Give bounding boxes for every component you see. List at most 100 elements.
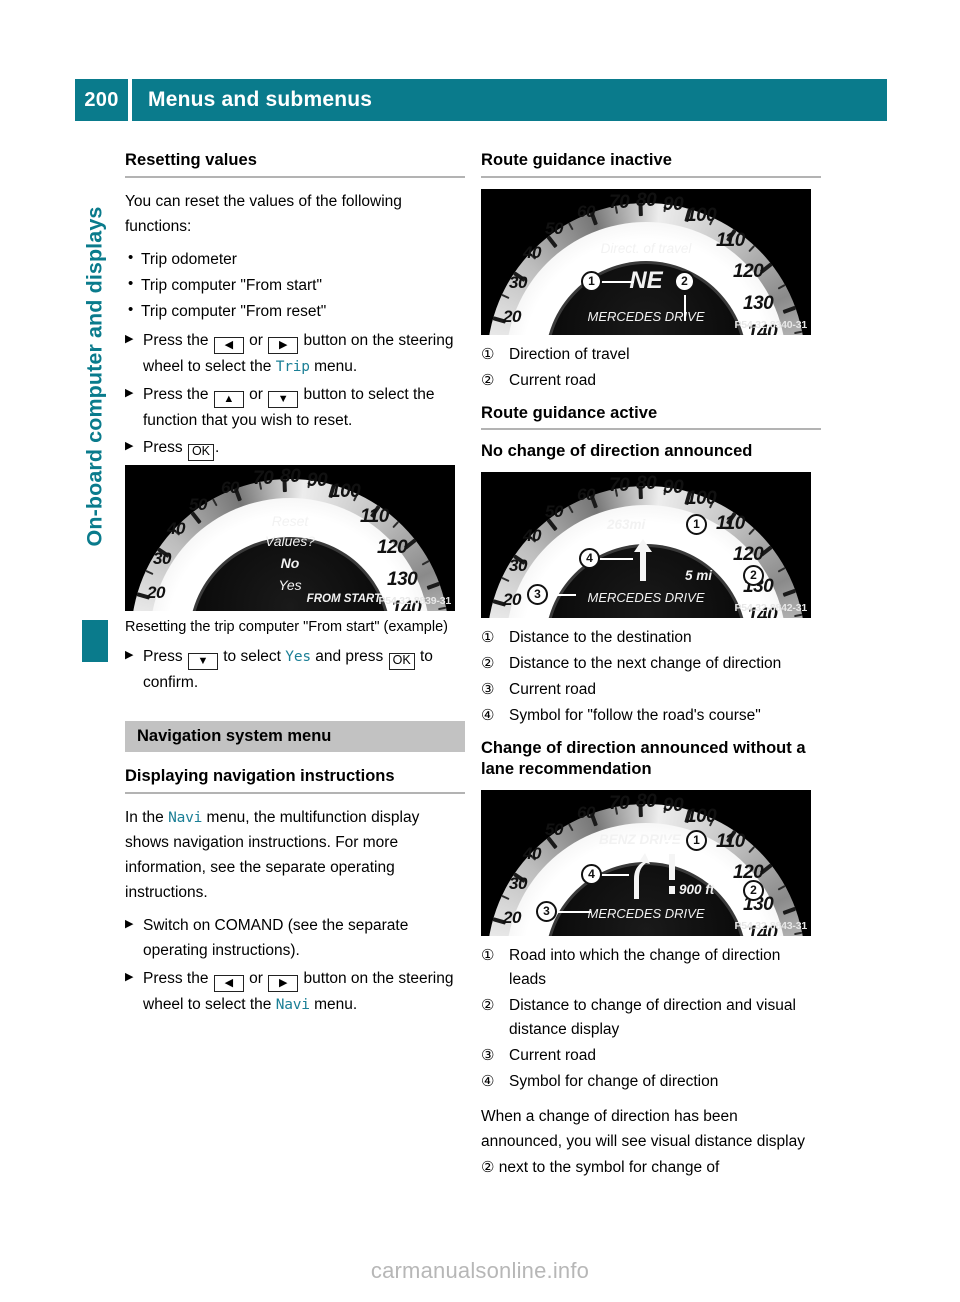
subheading-change-of-direction: Change of direction announced without a … — [481, 738, 806, 778]
straight-ahead-arrow-icon — [634, 538, 652, 581]
callout-2: 2 — [743, 564, 764, 586]
step-text: . — [215, 438, 220, 456]
step-text: menu. — [314, 995, 358, 1013]
callout-1: 1 — [686, 513, 707, 535]
step-text: to select — [223, 647, 281, 665]
step-item: Press the ▲ or ▼ button to select the fu… — [125, 382, 465, 433]
legend-text: Symbol for "follow the road's course" — [509, 706, 761, 724]
list-item: Trip odometer — [125, 246, 465, 272]
dial-number: 90 — [663, 476, 684, 498]
display-direction-value: NE — [629, 266, 663, 294]
dial-number: 90 — [663, 193, 684, 215]
paragraph-text: When a change of direction has been anno… — [481, 1108, 805, 1151]
legend-text: Current road — [509, 371, 597, 389]
legend-route-guidance-inactive: ① Direction of travel ② Current road — [481, 343, 821, 393]
callout-leader-4 — [599, 557, 633, 560]
legend-number: ② — [481, 371, 495, 389]
dial-number: 70 — [253, 467, 274, 489]
step-text: Press the — [143, 332, 209, 350]
dial-number: 70 — [609, 474, 630, 496]
dial-number: 80 — [636, 189, 657, 211]
dial-number: 100 — [686, 487, 717, 509]
step-text: Switch on COMAND (see the separate opera… — [143, 917, 409, 960]
legend-text: Distance to the destination — [509, 628, 692, 646]
resettable-functions-list: Trip odometer Trip computer "From start"… — [125, 246, 465, 324]
step-text: Press the — [143, 385, 209, 403]
left-column: Resetting values You can reset the value… — [125, 150, 465, 1021]
list-item: Trip computer "From start" — [125, 272, 465, 298]
dial-number: 80 — [636, 791, 657, 813]
dial-number: 30 — [509, 874, 527, 894]
heading-route-guidance-active: Route guidance active — [481, 403, 658, 422]
legend-item: ④ Symbol for change of direction — [481, 1070, 821, 1094]
dial-number: 60 — [577, 201, 595, 221]
inline-callout-2: ② — [481, 1158, 495, 1176]
dial-number: 50 — [189, 494, 207, 514]
menu-name-navi: Navi — [275, 996, 310, 1013]
dial-number: 80 — [280, 465, 301, 487]
figure-caption: Resetting the trip computer "From start"… — [125, 618, 448, 635]
dial-number: 100 — [686, 204, 717, 226]
legend-number: ④ — [481, 706, 495, 724]
dial-number: 120 — [733, 543, 764, 565]
dial-number: 40 — [523, 844, 541, 864]
navigation-paragraph: In the Navi menu, the multifunction disp… — [125, 805, 465, 906]
legend-item: ② Distance to change of direction and vi… — [481, 994, 821, 1042]
step-item: Press ▼ to select Yes and press OK to co… — [125, 644, 465, 695]
step-text: menu. — [314, 358, 358, 376]
figure-no-change-of-direction: 20 30 40 50 60 70 80 90 100 110 120 130 … — [481, 471, 811, 618]
display-distance-to-destination: 263mi — [607, 516, 646, 532]
dial-number: 90 — [307, 469, 328, 491]
heading-resetting-values: Resetting values — [125, 151, 257, 169]
turn-right-arrow-icon — [634, 853, 650, 900]
chapter-side-tab: On-board computer and displays — [78, 165, 112, 662]
dial-number: 40 — [523, 525, 541, 545]
ok-key-icon: OK — [388, 652, 415, 670]
step-text: or — [249, 332, 263, 350]
menu-name-trip: Trip — [275, 359, 310, 376]
callout-leader-1 — [655, 523, 689, 526]
step-text: or — [249, 385, 263, 403]
figure-image-code: P54.32-8843-31 — [734, 920, 807, 933]
heading-rule — [125, 175, 465, 178]
display-current-road: MERCEDES DRIVE — [587, 906, 705, 922]
display-line: Reset — [271, 512, 309, 529]
step-text: Press — [143, 438, 183, 456]
manual-page: 200 Menus and submenus On-board computer… — [0, 0, 960, 1302]
option-yes: Yes — [285, 648, 311, 665]
list-item: Trip computer "From reset" — [125, 298, 465, 324]
heading-rule — [481, 428, 821, 431]
subheading-rule — [125, 791, 465, 794]
legend-number: ③ — [481, 1047, 495, 1065]
up-arrow-key-icon: ▲ — [213, 390, 244, 408]
figure-image-code: P54.32-8842-31 — [734, 601, 807, 614]
dial-number: 60 — [577, 803, 595, 823]
legend-item: ① Road into which the change of directio… — [481, 944, 821, 992]
figure-image-code: P54.32-8839-31 — [378, 594, 451, 607]
legend-text: Symbol for change of direction — [509, 1073, 719, 1091]
right-arrow-key-icon: ▶ — [268, 974, 299, 992]
figure-image-code: P54.32-8340-31 — [734, 318, 807, 331]
legend-item: ② Current road — [481, 369, 821, 393]
step-item: Press the ◀ or ▶ button on the steering … — [125, 966, 465, 1017]
callout-leader-2 — [684, 294, 686, 321]
legend-item: ② Distance to the next change of directi… — [481, 652, 821, 676]
step-text: and press — [315, 647, 384, 665]
right-column: Route guidance inactive 20 30 40 50 60 7… — [481, 150, 821, 1188]
confirm-step-list: Press ▼ to select Yes and press OK to co… — [125, 644, 465, 695]
left-arrow-key-icon: ◀ — [213, 337, 244, 355]
right-arrow-key-icon: ▶ — [268, 337, 299, 355]
page-header: 200 Menus and submenus — [75, 79, 887, 121]
legend-number: ① — [481, 628, 495, 646]
dial-number: 50 — [545, 218, 563, 238]
legend-item: ③ Current road — [481, 678, 821, 702]
legend-text: Current road — [509, 680, 597, 698]
menu-name-navi: Navi — [168, 809, 203, 826]
closing-paragraph: When a change of direction has been anno… — [481, 1104, 821, 1180]
legend-number: ④ — [481, 1073, 495, 1091]
reset-steps-list: Press the ◀ or ▶ button on the steering … — [125, 328, 465, 461]
legend-no-change-of-direction: ① Distance to the destination ② Distance… — [481, 626, 821, 728]
subheading-displaying-navigation-instructions: Displaying navigation instructions — [125, 766, 395, 785]
step-text: Press the — [143, 969, 209, 987]
navigation-steps-list: Switch on COMAND (see the separate opera… — [125, 913, 465, 1017]
